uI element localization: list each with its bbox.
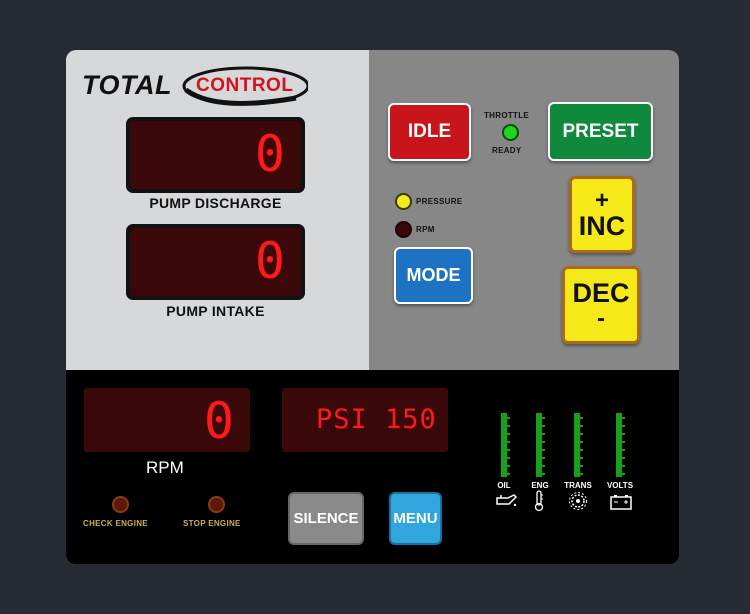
volts-gauge-bar: [616, 413, 625, 477]
mode-button[interactable]: MODE: [394, 247, 473, 304]
gauge-tick: [542, 465, 545, 467]
gauge-tick: [542, 457, 545, 459]
volts-gauge-label: VOLTS: [606, 481, 634, 490]
gauge-tick: [542, 417, 545, 419]
gauge-tick: [580, 433, 583, 435]
pump-intake-value: 0: [254, 232, 287, 290]
gauge-tick: [580, 449, 583, 451]
throttle-ready-label: READY: [492, 146, 522, 155]
gauge-tick: [507, 441, 510, 443]
gauge-tick: [622, 441, 625, 443]
check-engine-led: [112, 496, 129, 513]
pump-discharge-value: 0: [254, 125, 287, 183]
gauge-tick: [622, 417, 625, 419]
gear-icon: [569, 492, 587, 510]
gauge-tick: [507, 449, 510, 451]
pressure-mode-label: PRESSURE: [416, 197, 463, 206]
throttle-label: THROTTLE: [484, 111, 530, 120]
gauge-tick: [622, 473, 625, 475]
stop-engine-label: STOP ENGINE: [183, 519, 241, 528]
gauge-tick: [507, 433, 510, 435]
decrease-button[interactable]: DEC -: [562, 266, 640, 344]
logo-control-text: CONTROL: [196, 75, 294, 96]
gauge-tick: [580, 473, 583, 475]
pump-discharge-display: 0: [126, 117, 305, 193]
pump-intake-display: 0: [126, 224, 305, 300]
rpm-display: 0: [84, 388, 250, 452]
psi-display: PSI 150: [282, 388, 448, 452]
rpm-mode-label: RPM: [416, 225, 435, 234]
throttle-ready-led: [502, 124, 519, 141]
stop-engine-led: [208, 496, 225, 513]
gauge-tick: [507, 425, 510, 427]
preset-button[interactable]: PRESET: [548, 102, 653, 161]
minus-icon: -: [597, 304, 605, 332]
dec-label: DEC: [572, 277, 630, 308]
trans-gauge-bar: [574, 413, 583, 477]
logo-total-text: TOTAL: [82, 70, 172, 100]
total-control-logo: TOTAL CONTROL: [80, 64, 310, 112]
idle-button[interactable]: IDLE: [388, 103, 471, 161]
rpm-mode-led: [395, 221, 412, 238]
gauge-tick: [542, 449, 545, 451]
oil-can-icon: [496, 494, 518, 507]
gauge-tick: [580, 457, 583, 459]
gauge-tick: [542, 425, 545, 427]
rpm-value: 0: [203, 392, 236, 450]
gauge-tick: [622, 449, 625, 451]
gauge-tick: [507, 465, 510, 467]
gauge-tick: [622, 457, 625, 459]
menu-button[interactable]: MENU: [389, 492, 442, 545]
gauge-tick: [507, 473, 510, 475]
gauge-tick: [580, 465, 583, 467]
trans-gauge-label: TRANS: [564, 481, 592, 490]
silence-button[interactable]: SILENCE: [288, 492, 364, 545]
gauge-tick: [542, 473, 545, 475]
oil-gauge-label: OIL: [497, 481, 511, 490]
pump-intake-label: PUMP INTAKE: [166, 303, 265, 319]
pump-discharge-label: PUMP DISCHARGE: [149, 195, 282, 211]
inc-label: INC: [578, 211, 626, 241]
gauge-tick: [580, 441, 583, 443]
eng-gauge-label: ENG: [531, 481, 549, 490]
gauge-tick: [580, 425, 583, 427]
increase-button[interactable]: + INC: [569, 176, 635, 253]
check-engine-label: CHECK ENGINE: [83, 519, 148, 528]
gauge-tick: [507, 417, 510, 419]
thermometer-icon: [534, 490, 544, 512]
plus-icon: +: [594, 187, 609, 214]
gauge-tick: [542, 441, 545, 443]
gauge-tick: [507, 457, 510, 459]
gauge-tick: [542, 433, 545, 435]
eng-gauge-bar: [536, 413, 545, 477]
battery-icon: [610, 495, 632, 510]
oil-gauge-bar: [501, 413, 510, 477]
rpm-display-label: RPM: [146, 458, 184, 477]
pressure-mode-led: [395, 193, 412, 210]
gauge-tick: [622, 425, 625, 427]
gauge-tick: [622, 433, 625, 435]
gauge-tick: [622, 465, 625, 467]
gauge-tick: [580, 417, 583, 419]
control-panel: TOTAL CONTROL 0 PUMP DISCHARGE 0 PUMP IN…: [66, 50, 679, 564]
psi-value: PSI 150: [316, 404, 437, 435]
